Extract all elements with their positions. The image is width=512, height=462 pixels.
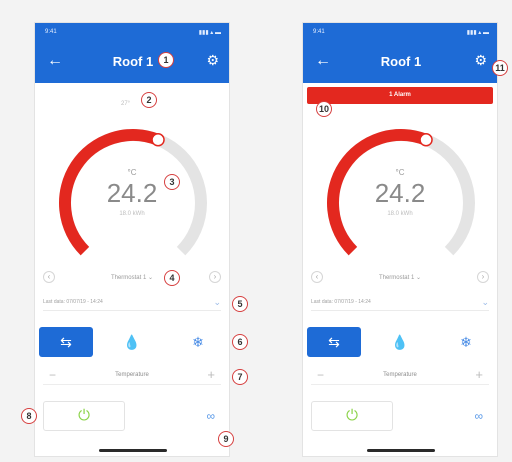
flame-icon: 💧 [123, 333, 141, 350]
power-icon: ⏻ [78, 407, 90, 424]
power-button[interactable]: ⏻ [311, 401, 393, 431]
callout-marker: 1 [158, 52, 174, 68]
temperature-label: Temperature [115, 372, 149, 378]
home-indicator [99, 449, 167, 452]
plus-icon[interactable]: + [207, 367, 215, 382]
status-icons: ▮▮▮ ▴ ▬ [466, 30, 489, 36]
thermostat-name[interactable]: Thermostat 1 ⌄ [43, 274, 221, 281]
temperature-value: 24.2 [106, 178, 158, 208]
cooling-mode-button[interactable]: ❄ [439, 327, 493, 357]
temperature-label: Temperature [383, 372, 417, 378]
temperature-value: 24.2 [374, 178, 426, 208]
phone-screen-left: 9:41 ▮▮▮ ▴ ▬ ← Roof 1 ⚙ 27° °C 24.2 18.0… [34, 22, 230, 457]
page-title: Roof 1 [380, 54, 422, 69]
chevron-right-icon[interactable]: › [209, 271, 221, 283]
callout-marker: 3 [164, 174, 180, 190]
link-icon[interactable]: ∞ [206, 409, 215, 423]
auto-mode-button[interactable]: ⇆ [39, 327, 93, 357]
thermostat-selector[interactable]: ‹ Thermostat 1 ⌄ › [311, 271, 489, 285]
temperature-unit: °C [395, 168, 405, 177]
last-update-text: Last data: 07/07/19 - 14:24 [311, 299, 371, 305]
swap-mode-icon: ⇆ [60, 333, 72, 350]
power-button[interactable]: ⏻ [43, 401, 125, 431]
callout-marker: 4 [164, 270, 180, 286]
heating-mode-button[interactable]: 💧 [373, 327, 427, 357]
alarm-banner[interactable]: 1 Alarm [307, 87, 493, 104]
page-title: Roof 1 [112, 54, 154, 69]
callout-marker: 11 [492, 60, 508, 76]
gear-icon[interactable]: ⚙ [206, 51, 219, 69]
status-time: 9:41 [45, 29, 57, 35]
callout-marker: 6 [232, 334, 248, 350]
temperature-subtext: 18.0 kWh [387, 211, 413, 217]
temperature-unit: °C [127, 168, 137, 177]
snowflake-icon: ❄ [460, 333, 472, 350]
thermostat-name[interactable]: Thermostat 1 ⌄ [311, 274, 489, 281]
link-icon[interactable]: ∞ [474, 409, 483, 423]
phone-screen-right: 9:41 ▮▮▮ ▴ ▬ ← Roof 1 ⚙ 1 Alarm °C 24.2 … [302, 22, 498, 457]
mode-selector: ⇆ 💧 ❄ [307, 327, 493, 357]
last-update-row[interactable]: Last data: 07/07/19 - 14:24 ⌄ [43, 297, 221, 311]
gauge-handle[interactable] [419, 133, 433, 147]
status-bar: 9:41 ▮▮▮ ▴ ▬ [45, 29, 221, 36]
auto-mode-button[interactable]: ⇆ [307, 327, 361, 357]
gauge-handle[interactable] [151, 133, 165, 147]
home-indicator [367, 449, 435, 452]
flame-icon: 💧 [391, 333, 409, 350]
snowflake-icon: ❄ [192, 333, 204, 350]
callout-marker: 10 [316, 101, 332, 117]
app-header: 9:41 ▮▮▮ ▴ ▬ ← Roof 1 ⚙ [303, 23, 497, 83]
chevron-right-icon[interactable]: › [477, 271, 489, 283]
callout-marker: 7 [232, 369, 248, 385]
temperature-adjust-row: − Temperature + [311, 367, 489, 385]
status-bar: 9:41 ▮▮▮ ▴ ▬ [313, 29, 489, 36]
swap-mode-icon: ⇆ [328, 333, 340, 350]
callout-marker: 5 [232, 296, 248, 312]
last-update-row[interactable]: Last data: 07/07/19 - 14:24 ⌄ [311, 297, 489, 311]
status-time: 9:41 [313, 29, 325, 35]
callout-marker: 9 [218, 431, 234, 447]
gear-icon[interactable]: ⚙ [474, 51, 487, 69]
setpoint-label: 27° [121, 101, 131, 107]
chevron-down-icon[interactable]: ⌄ [213, 297, 221, 308]
status-icons: ▮▮▮ ▴ ▬ [198, 30, 221, 36]
power-icon: ⏻ [346, 407, 358, 424]
last-update-text: Last data: 07/07/19 - 14:24 [43, 299, 103, 305]
temperature-adjust-row: − Temperature + [43, 367, 221, 385]
plus-icon[interactable]: + [475, 367, 483, 382]
cooling-mode-button[interactable]: ❄ [171, 327, 225, 357]
heating-mode-button[interactable]: 💧 [105, 327, 159, 357]
callout-marker: 2 [141, 92, 157, 108]
temperature-subtext: 18.0 kWh [119, 211, 145, 217]
callout-marker: 8 [21, 408, 37, 424]
thermostat-selector[interactable]: ‹ Thermostat 1 ⌄ › [43, 271, 221, 285]
mode-selector: ⇆ 💧 ❄ [39, 327, 225, 357]
app-header: 9:41 ▮▮▮ ▴ ▬ ← Roof 1 ⚙ [35, 23, 229, 83]
chevron-down-icon[interactable]: ⌄ [481, 297, 489, 308]
